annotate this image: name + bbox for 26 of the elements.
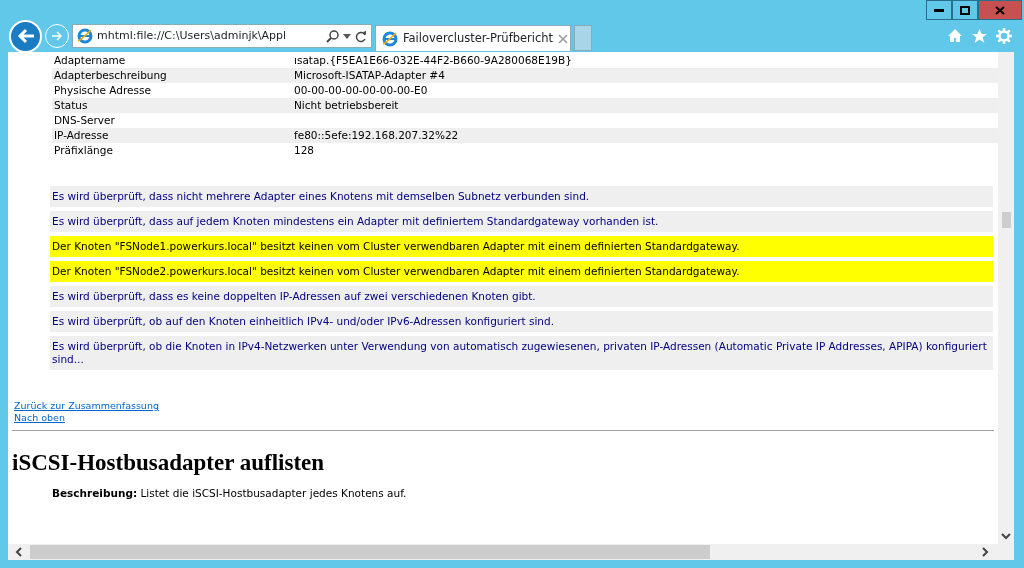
table-cell: fe80::5efe:192.168.207.32%22 xyxy=(294,129,459,142)
check-message: Es wird überprüft, dass auf jedem Knoten mindestens ein Adapter mit definiertem Standardgateway vorhanden ist. xyxy=(50,211,993,232)
check-message: Es wird überprüft, ob die Knoten in IPv4-Netzwerken unter Verwendung von automatisch zugewiesenen, privaten IP-Adressen (Automatic Private IP Addresses, APIPA) konfiguriert sind... xyxy=(50,336,993,370)
table-cell: Präfixlänge xyxy=(54,144,113,156)
check-message: Es wird überprüft, dass es keine doppelten IP-Adressen auf zwei verschiedenen Knoten gibt. xyxy=(50,286,993,307)
table-cell: IP-Adresse xyxy=(54,129,109,141)
section-heading: iSCSI-Hostbusadapter auflisten xyxy=(12,449,326,477)
table-cell: 128 xyxy=(294,144,315,157)
text-link[interactable]: Zurück zur Zusammenfassung xyxy=(14,400,159,412)
check-message: Es wird überprüft, ob auf den Knoten einheitlich IPv4- und/oder IPv6-Adressen konfiguriert sind. xyxy=(50,311,993,332)
table-cell: 00-00-00-00-00-00-00-E0 xyxy=(294,84,428,97)
table-cell: Nicht betriebsbereit xyxy=(294,99,399,112)
table-cell: DNS-Server xyxy=(54,114,115,126)
warning-message: Der Knoten "FSNode2.powerkurs.local" besitzt keinen vom Cluster verwendbaren Adapter mit einem definierten Standardgateway. xyxy=(50,261,993,282)
table-cell: Physische Adresse xyxy=(54,84,151,96)
section-description: Beschreibung: Listet die iSCSI-Hostbusadapter jedes Knotens auf. xyxy=(52,487,408,500)
table-cell: Adapterbeschreibung xyxy=(54,69,167,81)
warning-message: Der Knoten "FSNode1.powerkurs.local" besitzt keinen vom Cluster verwendbaren Adapter mit einem definierten Standardgateway. xyxy=(50,236,993,257)
table-cell: ısatap.{F5EA1E66-032E-44F2-B660-9A280068E19B} xyxy=(294,54,572,67)
address-field[interactable]: mhtml:file://C:\Users\adminjk\Appl xyxy=(72,24,372,48)
text-link[interactable]: Nach oben xyxy=(14,412,65,424)
table-cell: Microsoft-ISATAP-Adapter #4 xyxy=(294,69,445,82)
browser-tab[interactable]: Failovercluster-Prüfbericht xyxy=(375,25,571,51)
check-message: Es wird überprüft, dass nicht mehrere Adapter eines Knotens mit demselben Subnetz verbunden sind. xyxy=(50,186,993,207)
table-cell: Adaptername xyxy=(54,54,126,66)
table-cell: Status xyxy=(54,99,88,111)
